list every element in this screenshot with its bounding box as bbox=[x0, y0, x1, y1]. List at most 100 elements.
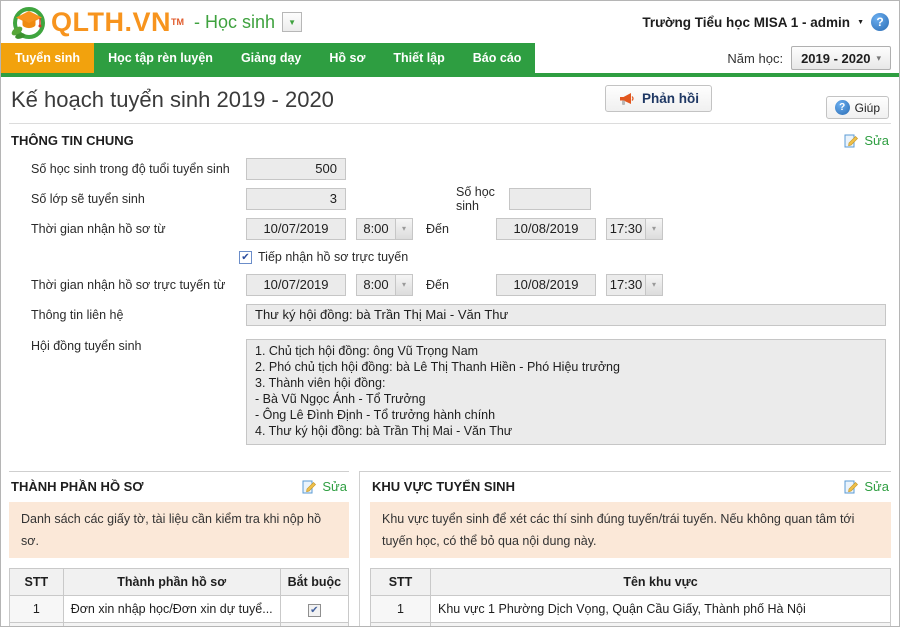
edit-icon bbox=[302, 479, 317, 494]
online-checkbox-label: Tiếp nhận hồ sơ trực tuyến bbox=[258, 250, 409, 264]
student-count-label: Số học sinh bbox=[456, 185, 495, 213]
class-count-label: Số lớp sẽ tuyển sinh bbox=[31, 192, 145, 206]
online-period-label: Thời gian nhận hồ sơ trực tuyến từ bbox=[31, 278, 226, 292]
contact-input[interactable]: Thư ký hội đồng: bà Trần Thị Mai - Văn T… bbox=[246, 304, 886, 326]
receive-period-label: Thời gian nhận hồ sơ từ bbox=[31, 222, 166, 236]
check-icon: ✔ bbox=[310, 604, 319, 616]
bottom-sections: THÀNH PHẦN HỒ SƠ Sửa Danh sách các giấy … bbox=[1, 471, 899, 626]
dossier-edit-label: Sửa bbox=[322, 479, 347, 494]
general-section-head: THÔNG TIN CHUNG Sửa bbox=[1, 124, 899, 154]
class-count-input[interactable]: 3 bbox=[246, 188, 346, 210]
area-section-title: KHU VỰC TUYỂN SINH bbox=[372, 479, 515, 494]
area-section-head: KHU VỰC TUYỂN SINH Sửa bbox=[370, 477, 891, 502]
help-icon[interactable]: ? bbox=[871, 13, 889, 31]
form-row: Thời gian nhận hồ sơ từ 10/07/2019 8:00 … bbox=[1, 214, 899, 244]
online-to-time-select[interactable]: 17:30 ▾ bbox=[606, 274, 663, 296]
time-value: 8:00 bbox=[363, 277, 389, 292]
school-year-select[interactable]: 2019 - 2020 ▾ bbox=[791, 46, 891, 70]
area-section: KHU VỰC TUYỂN SINH Sửa Khu vực tuyển sin… bbox=[359, 471, 891, 626]
table-header-row: STT Thành phần hồ sơ Bắt buộc bbox=[9, 568, 350, 596]
col-header-area-name: Tên khu vực bbox=[430, 568, 891, 596]
tab-hoc-tap-ren-luyen[interactable]: Học tập rèn luyện bbox=[94, 43, 227, 73]
tab-bao-cao[interactable]: Báo cáo bbox=[458, 43, 536, 73]
logo-trademark: TM bbox=[171, 17, 184, 27]
table-row: 1 Khu vực 1 Phường Dịch Vọng, Quận Cầu G… bbox=[370, 595, 891, 623]
check-icon: ✔ bbox=[241, 251, 250, 263]
required-checkbox[interactable]: ✔ bbox=[307, 603, 321, 617]
receive-to-time-select[interactable]: 17:30 ▾ bbox=[606, 218, 663, 240]
dossier-info-text: Danh sách các giấy tờ, tài liệu cần kiểm… bbox=[9, 502, 349, 558]
logo-text: QLTH.VN bbox=[51, 6, 171, 37]
dossier-section-title: THÀNH PHẦN HỒ SƠ bbox=[11, 479, 144, 494]
chevron-down-icon: ▾ bbox=[645, 275, 662, 295]
app-logo-icon bbox=[11, 4, 47, 40]
header-right: Trường Tiểu học MISA 1 - admin ▼ ? bbox=[642, 13, 889, 31]
table-row: 1 Đơn xin nhập học/Đơn xin dự tuyể... ✔ bbox=[9, 595, 350, 623]
dossier-edit-link[interactable]: Sửa bbox=[302, 479, 347, 494]
edit-icon bbox=[844, 479, 859, 494]
table-row-partial bbox=[370, 622, 891, 626]
form-row: Thông tin liên hệ Thư ký hội đồng: bà Tr… bbox=[1, 300, 899, 330]
feedback-button[interactable]: Phản hồi bbox=[605, 85, 712, 112]
row-name: Khu vực 1 Phường Dịch Vọng, Quận Cầu Giấ… bbox=[430, 595, 891, 623]
app-header: QLTH.VN TM - Học sinh ▼ Trường Tiểu học … bbox=[1, 1, 899, 43]
online-to-date-input[interactable]: 10/08/2019 bbox=[496, 274, 596, 296]
megaphone-icon bbox=[618, 91, 635, 107]
tab-ho-so[interactable]: Hồ sơ bbox=[315, 43, 380, 73]
dossier-table: STT Thành phần hồ sơ Bắt buộc 1 Đơn xin … bbox=[9, 568, 350, 626]
col-header-required: Bắt buộc bbox=[279, 568, 350, 596]
tab-giang-day[interactable]: Giảng dạy bbox=[226, 43, 316, 73]
tab-thiet-lap[interactable]: Thiết lập bbox=[379, 43, 459, 73]
online-checkbox[interactable]: ✔ bbox=[239, 250, 252, 264]
area-edit-link[interactable]: Sửa bbox=[844, 479, 889, 494]
area-info-text: Khu vực tuyển sinh để xét các thí sinh đ… bbox=[370, 502, 891, 558]
form-row: Thời gian nhận hồ sơ trực tuyến từ 10/07… bbox=[1, 270, 899, 300]
tab-tuyen-sinh[interactable]: Tuyển sinh bbox=[1, 43, 95, 73]
module-label: - Học sinh bbox=[194, 11, 276, 32]
question-circle-icon: ? bbox=[834, 100, 850, 115]
receive-from-date-input[interactable]: 10/07/2019 bbox=[246, 218, 346, 240]
chevron-down-icon: ▾ bbox=[395, 219, 412, 239]
area-table: STT Tên khu vực 1 Khu vực 1 Phường Dịch … bbox=[370, 568, 891, 626]
online-from-date-input[interactable]: 10/07/2019 bbox=[246, 274, 346, 296]
feedback-button-label: Phản hồi bbox=[642, 91, 699, 106]
general-edit-link[interactable]: Sửa bbox=[844, 133, 889, 148]
help-button[interactable]: ? Giúp bbox=[825, 96, 889, 119]
to-label: Đến bbox=[426, 222, 449, 236]
col-header-stt: STT bbox=[9, 568, 64, 596]
receive-to-date-input[interactable]: 10/08/2019 bbox=[496, 218, 596, 240]
table-header-row: STT Tên khu vực bbox=[370, 568, 891, 596]
age-label: Số học sinh trong độ tuổi tuyển sinh bbox=[31, 162, 230, 176]
chevron-down-icon: ▾ bbox=[876, 52, 881, 63]
age-input[interactable]: 500 bbox=[246, 158, 346, 180]
chevron-down-icon: ▾ bbox=[395, 275, 412, 295]
online-from-time-select[interactable]: 8:00 ▾ bbox=[356, 274, 413, 296]
general-edit-label: Sửa bbox=[864, 133, 889, 148]
module-dropdown-button[interactable]: ▼ bbox=[282, 12, 303, 32]
council-textarea[interactable]: 1. Chủ tịch hội đồng: ông Vũ Trọng Nam 2… bbox=[246, 339, 886, 445]
help-button-label: Giúp bbox=[854, 100, 880, 115]
chevron-down-icon: ▾ bbox=[645, 219, 662, 239]
row-name: Đơn xin nhập học/Đơn xin dự tuyể... bbox=[62, 595, 281, 623]
form-row: Số học sinh trong độ tuổi tuyển sinh 500 bbox=[1, 154, 899, 184]
col-header-name: Thành phần hồ sơ bbox=[62, 568, 281, 596]
chevron-down-icon: ▼ bbox=[288, 17, 296, 27]
school-year-group: Năm học: 2019 - 2020 ▾ bbox=[727, 43, 891, 73]
receive-from-time-select[interactable]: 8:00 ▾ bbox=[356, 218, 413, 240]
student-count-input[interactable] bbox=[509, 188, 591, 210]
account-menu[interactable]: Trường Tiểu học MISA 1 - admin bbox=[642, 15, 850, 30]
row-stt: 1 bbox=[9, 595, 64, 623]
page-title-row: Kế hoạch tuyển sinh 2019 - 2020 Phản hồi… bbox=[1, 77, 899, 123]
edit-icon bbox=[844, 133, 859, 148]
row-stt: 1 bbox=[370, 595, 431, 623]
table-row-partial bbox=[9, 622, 350, 626]
row-required-cell: ✔ bbox=[279, 595, 350, 623]
chevron-down-icon[interactable]: ▼ bbox=[857, 19, 864, 26]
col-header-stt: STT bbox=[370, 568, 431, 596]
time-value: 17:30 bbox=[609, 221, 643, 236]
dossier-section: THÀNH PHẦN HỒ SƠ Sửa Danh sách các giấy … bbox=[9, 471, 350, 626]
dossier-section-head: THÀNH PHẦN HỒ SƠ Sửa bbox=[9, 477, 349, 502]
school-year-label: Năm học: bbox=[727, 50, 784, 66]
time-value: 17:30 bbox=[609, 277, 643, 292]
time-value: 8:00 bbox=[363, 221, 389, 236]
